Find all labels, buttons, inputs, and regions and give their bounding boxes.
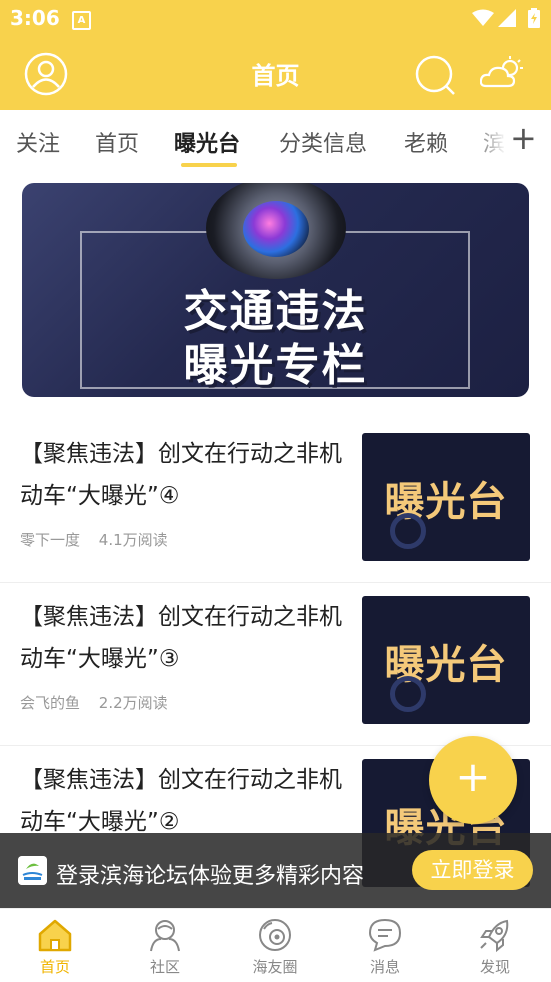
nav-label: 海友圈 xyxy=(252,958,298,976)
list-divider xyxy=(0,582,551,583)
nav-label: 发现 xyxy=(479,958,510,976)
thumbnail-text: 曝光台 xyxy=(384,479,508,525)
tab-follow[interactable]: 关注 xyxy=(16,126,60,158)
top-header: 首页 xyxy=(0,38,551,110)
login-prompt-bar: 登录滨海论坛体验更多精彩内容 立即登录 xyxy=(0,833,551,908)
plus-icon: + xyxy=(455,752,491,801)
article-thumbnail: 曝光台 xyxy=(362,433,530,561)
article-meta: 会飞的鱼 2.2万阅读 xyxy=(20,692,182,713)
friends-circle-icon xyxy=(259,919,291,951)
article-author: 零下一度 xyxy=(20,531,81,549)
nav-friends-circle[interactable]: 海友圈 xyxy=(220,909,330,982)
banner-line-2: 曝光专栏 xyxy=(183,340,368,391)
nav-home[interactable]: 首页 xyxy=(0,909,110,982)
nav-label: 社区 xyxy=(149,958,180,976)
tab-classified[interactable]: 分类信息 xyxy=(279,126,367,158)
article-item[interactable]: 【聚焦违法】创文在行动之非机动车“大曝光”④ 零下一度 4.1万阅读 曝光台 xyxy=(0,421,551,583)
app-logo-icon xyxy=(18,856,47,885)
thumbnail-ring-decoration xyxy=(390,513,426,549)
add-tab-button[interactable]: + xyxy=(510,122,537,154)
compose-fab-button[interactable]: + xyxy=(429,736,517,824)
signal-icon xyxy=(498,9,516,27)
article-reads: 2.2万阅读 xyxy=(98,694,168,712)
thumbnail-ring-decoration xyxy=(390,676,426,712)
nav-label: 消息 xyxy=(369,958,400,976)
login-now-button[interactable]: 立即登录 xyxy=(412,850,533,890)
status-time: 3:06 xyxy=(10,6,60,30)
page-title: 首页 xyxy=(251,62,300,90)
tab-home[interactable]: 首页 xyxy=(95,126,139,158)
login-prompt-text: 登录滨海论坛体验更多精彩内容 xyxy=(56,864,365,889)
camera-lens-glass xyxy=(243,201,309,257)
discover-rocket-icon xyxy=(480,919,509,953)
tab-exposure[interactable]: 曝光台 xyxy=(174,126,240,158)
nav-discover[interactable]: 发现 xyxy=(440,909,550,982)
tab-defaulters[interactable]: 老赖 xyxy=(404,126,448,158)
category-tabs: 关注 首页 曝光台 分类信息 老赖 滨 + xyxy=(0,110,551,172)
nav-messages[interactable]: 消息 xyxy=(330,909,440,982)
wifi-icon xyxy=(472,9,494,26)
banner-image[interactable]: 交通违法 曝光专栏 xyxy=(22,183,529,397)
message-icon xyxy=(368,918,402,952)
status-bar: 3:06 A xyxy=(0,0,551,38)
article-thumbnail: 曝光台 xyxy=(362,596,530,724)
article-reads: 4.1万阅读 xyxy=(98,531,168,549)
weather-icon[interactable] xyxy=(480,56,524,90)
notification-a-icon: A xyxy=(72,11,91,30)
article-title: 【聚焦违法】创文在行动之非机动车“大曝光”② xyxy=(20,767,342,835)
active-tab-indicator xyxy=(181,163,237,167)
article-title: 【聚焦违法】创文在行动之非机动车“大曝光”③ xyxy=(20,604,342,672)
article-author: 会飞的鱼 xyxy=(20,694,81,712)
article-title: 【聚焦违法】创文在行动之非机动车“大曝光”④ xyxy=(20,441,342,509)
battery-icon xyxy=(528,8,540,28)
thumbnail-text: 曝光台 xyxy=(384,642,508,688)
bottom-navigation: 首页 社区 海友圈 消息 发现 xyxy=(0,908,551,982)
search-icon[interactable] xyxy=(414,54,456,96)
nav-label: 首页 xyxy=(39,958,70,976)
nav-community[interactable]: 社区 xyxy=(110,909,220,982)
home-icon xyxy=(38,919,72,952)
article-meta: 零下一度 4.1万阅读 xyxy=(20,529,182,550)
article-item[interactable]: 【聚焦违法】创文在行动之非机动车“大曝光”③ 会飞的鱼 2.2万阅读 曝光台 xyxy=(0,584,551,746)
community-icon xyxy=(150,920,180,952)
